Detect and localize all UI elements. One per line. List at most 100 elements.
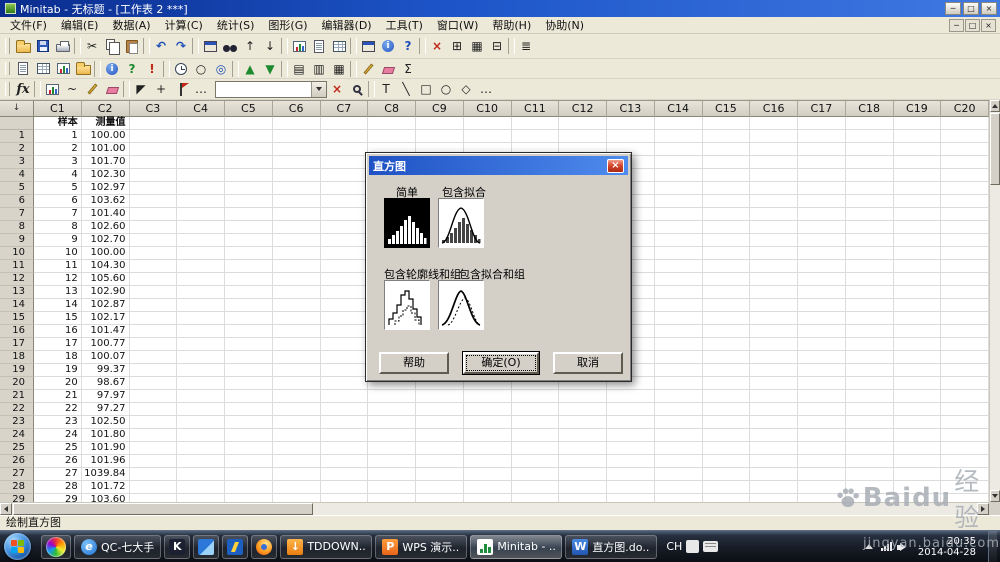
column-header-C9[interactable]: C9 xyxy=(416,101,464,117)
data-cell[interactable] xyxy=(320,468,369,481)
data-cell[interactable]: 100.00 xyxy=(81,247,130,260)
variable-name-cell[interactable] xyxy=(654,117,703,130)
taskbar-btn-minitab[interactable]: Minitab - ... xyxy=(470,534,563,559)
data-cell[interactable] xyxy=(559,494,607,502)
data-cell[interactable]: 97.27 xyxy=(81,403,130,416)
show-session-folder-icon[interactable] xyxy=(13,60,33,78)
data-cell[interactable] xyxy=(750,338,798,351)
last-dialog-icon[interactable] xyxy=(200,37,220,55)
data-cell[interactable] xyxy=(272,143,321,156)
ellipse-tool-icon[interactable]: ○ xyxy=(436,80,456,98)
data-cell[interactable] xyxy=(607,403,655,416)
row-number[interactable]: 16 xyxy=(0,325,34,338)
taskbar-pinned-browser[interactable] xyxy=(41,534,71,559)
data-cell[interactable] xyxy=(893,234,942,247)
data-cell[interactable] xyxy=(272,351,321,364)
column-header-C4[interactable]: C4 xyxy=(177,101,225,117)
history-icon[interactable] xyxy=(171,60,191,78)
data-cell[interactable] xyxy=(272,247,321,260)
data-cell[interactable]: 102.30 xyxy=(81,169,130,182)
data-cell[interactable]: 7 xyxy=(34,208,82,221)
data-cell[interactable]: 103.60 xyxy=(82,494,130,502)
data-cell[interactable] xyxy=(798,182,846,195)
data-cell[interactable] xyxy=(320,351,369,364)
data-cell[interactable] xyxy=(225,273,273,286)
data-cell[interactable] xyxy=(702,390,751,403)
data-cell[interactable] xyxy=(798,442,846,455)
data-cell[interactable] xyxy=(225,247,273,260)
data-cell[interactable] xyxy=(654,234,703,247)
row-number[interactable]: 12 xyxy=(0,273,34,286)
data-cell[interactable] xyxy=(750,455,798,468)
column-header-C5[interactable]: C5 xyxy=(225,101,273,117)
data-cell[interactable] xyxy=(320,455,369,468)
data-cell[interactable] xyxy=(272,273,321,286)
row-number[interactable]: 14 xyxy=(0,299,34,312)
row-number[interactable]: 28 xyxy=(0,481,34,494)
data-cell[interactable] xyxy=(893,390,942,403)
data-cell[interactable] xyxy=(320,169,369,182)
erase-annotation-icon[interactable] xyxy=(102,80,122,98)
data-cell[interactable] xyxy=(320,208,369,221)
assign-formula-icon[interactable]: fx xyxy=(13,80,33,98)
row-number[interactable]: 24 xyxy=(0,429,34,442)
crosshair-icon[interactable]: + xyxy=(151,80,171,98)
data-cell[interactable] xyxy=(321,494,369,502)
data-cell[interactable] xyxy=(893,260,942,273)
data-cell[interactable] xyxy=(559,130,607,143)
data-cell[interactable] xyxy=(272,325,321,338)
data-cell[interactable] xyxy=(798,390,846,403)
data-cell[interactable] xyxy=(463,416,512,429)
data-cell[interactable] xyxy=(845,312,894,325)
data-cell[interactable] xyxy=(320,442,369,455)
data-cell[interactable] xyxy=(320,260,369,273)
data-cell[interactable] xyxy=(798,247,846,260)
data-cell[interactable] xyxy=(750,130,798,143)
marker-tool-icon[interactable]: … xyxy=(476,80,496,98)
data-cell[interactable] xyxy=(225,364,273,377)
copy-icon[interactable] xyxy=(102,37,122,55)
data-cell[interactable] xyxy=(177,403,225,416)
data-cell[interactable] xyxy=(845,299,894,312)
data-cell[interactable] xyxy=(893,351,942,364)
data-cell[interactable] xyxy=(511,455,560,468)
data-cell[interactable] xyxy=(177,247,225,260)
data-cell[interactable] xyxy=(798,156,846,169)
variable-name-cell[interactable] xyxy=(272,117,321,130)
data-cell[interactable] xyxy=(129,260,178,273)
data-cell[interactable]: 22 xyxy=(34,403,82,416)
data-cell[interactable] xyxy=(893,338,942,351)
data-cell[interactable] xyxy=(177,325,225,338)
close-button[interactable]: × xyxy=(981,2,997,15)
data-cell[interactable] xyxy=(654,468,703,481)
data-cell[interactable] xyxy=(654,325,703,338)
data-cell[interactable] xyxy=(129,286,178,299)
data-cell[interactable] xyxy=(225,468,273,481)
move-up-icon[interactable]: ▲ xyxy=(240,60,260,78)
data-cell[interactable] xyxy=(177,130,225,143)
data-cell[interactable] xyxy=(702,221,751,234)
add-graph-item-icon[interactable] xyxy=(42,80,62,98)
project-info-icon[interactable] xyxy=(102,60,122,78)
gallery-tile-with-fit[interactable] xyxy=(438,198,484,248)
data-cell[interactable] xyxy=(654,338,703,351)
data-cell[interactable] xyxy=(845,221,894,234)
data-cell[interactable] xyxy=(654,286,703,299)
data-cell[interactable] xyxy=(225,455,273,468)
data-cell[interactable]: 23 xyxy=(34,416,82,429)
data-cell[interactable] xyxy=(368,416,416,429)
data-cell[interactable]: 18 xyxy=(34,351,82,364)
data-cell[interactable] xyxy=(893,416,942,429)
data-cell[interactable] xyxy=(845,442,894,455)
row-number[interactable]: 27 xyxy=(0,468,34,481)
taskbar-btn-wps[interactable]: P WPS 演示... xyxy=(375,534,468,559)
data-cell[interactable] xyxy=(463,468,512,481)
variable-name-cell[interactable] xyxy=(559,117,607,130)
data-cell[interactable] xyxy=(702,234,751,247)
data-cell[interactable] xyxy=(845,377,894,390)
data-cell[interactable] xyxy=(511,416,560,429)
column-header-C11[interactable]: C11 xyxy=(511,101,560,117)
data-cell[interactable] xyxy=(225,390,273,403)
start-button[interactable] xyxy=(4,533,31,560)
data-cell[interactable] xyxy=(798,130,846,143)
